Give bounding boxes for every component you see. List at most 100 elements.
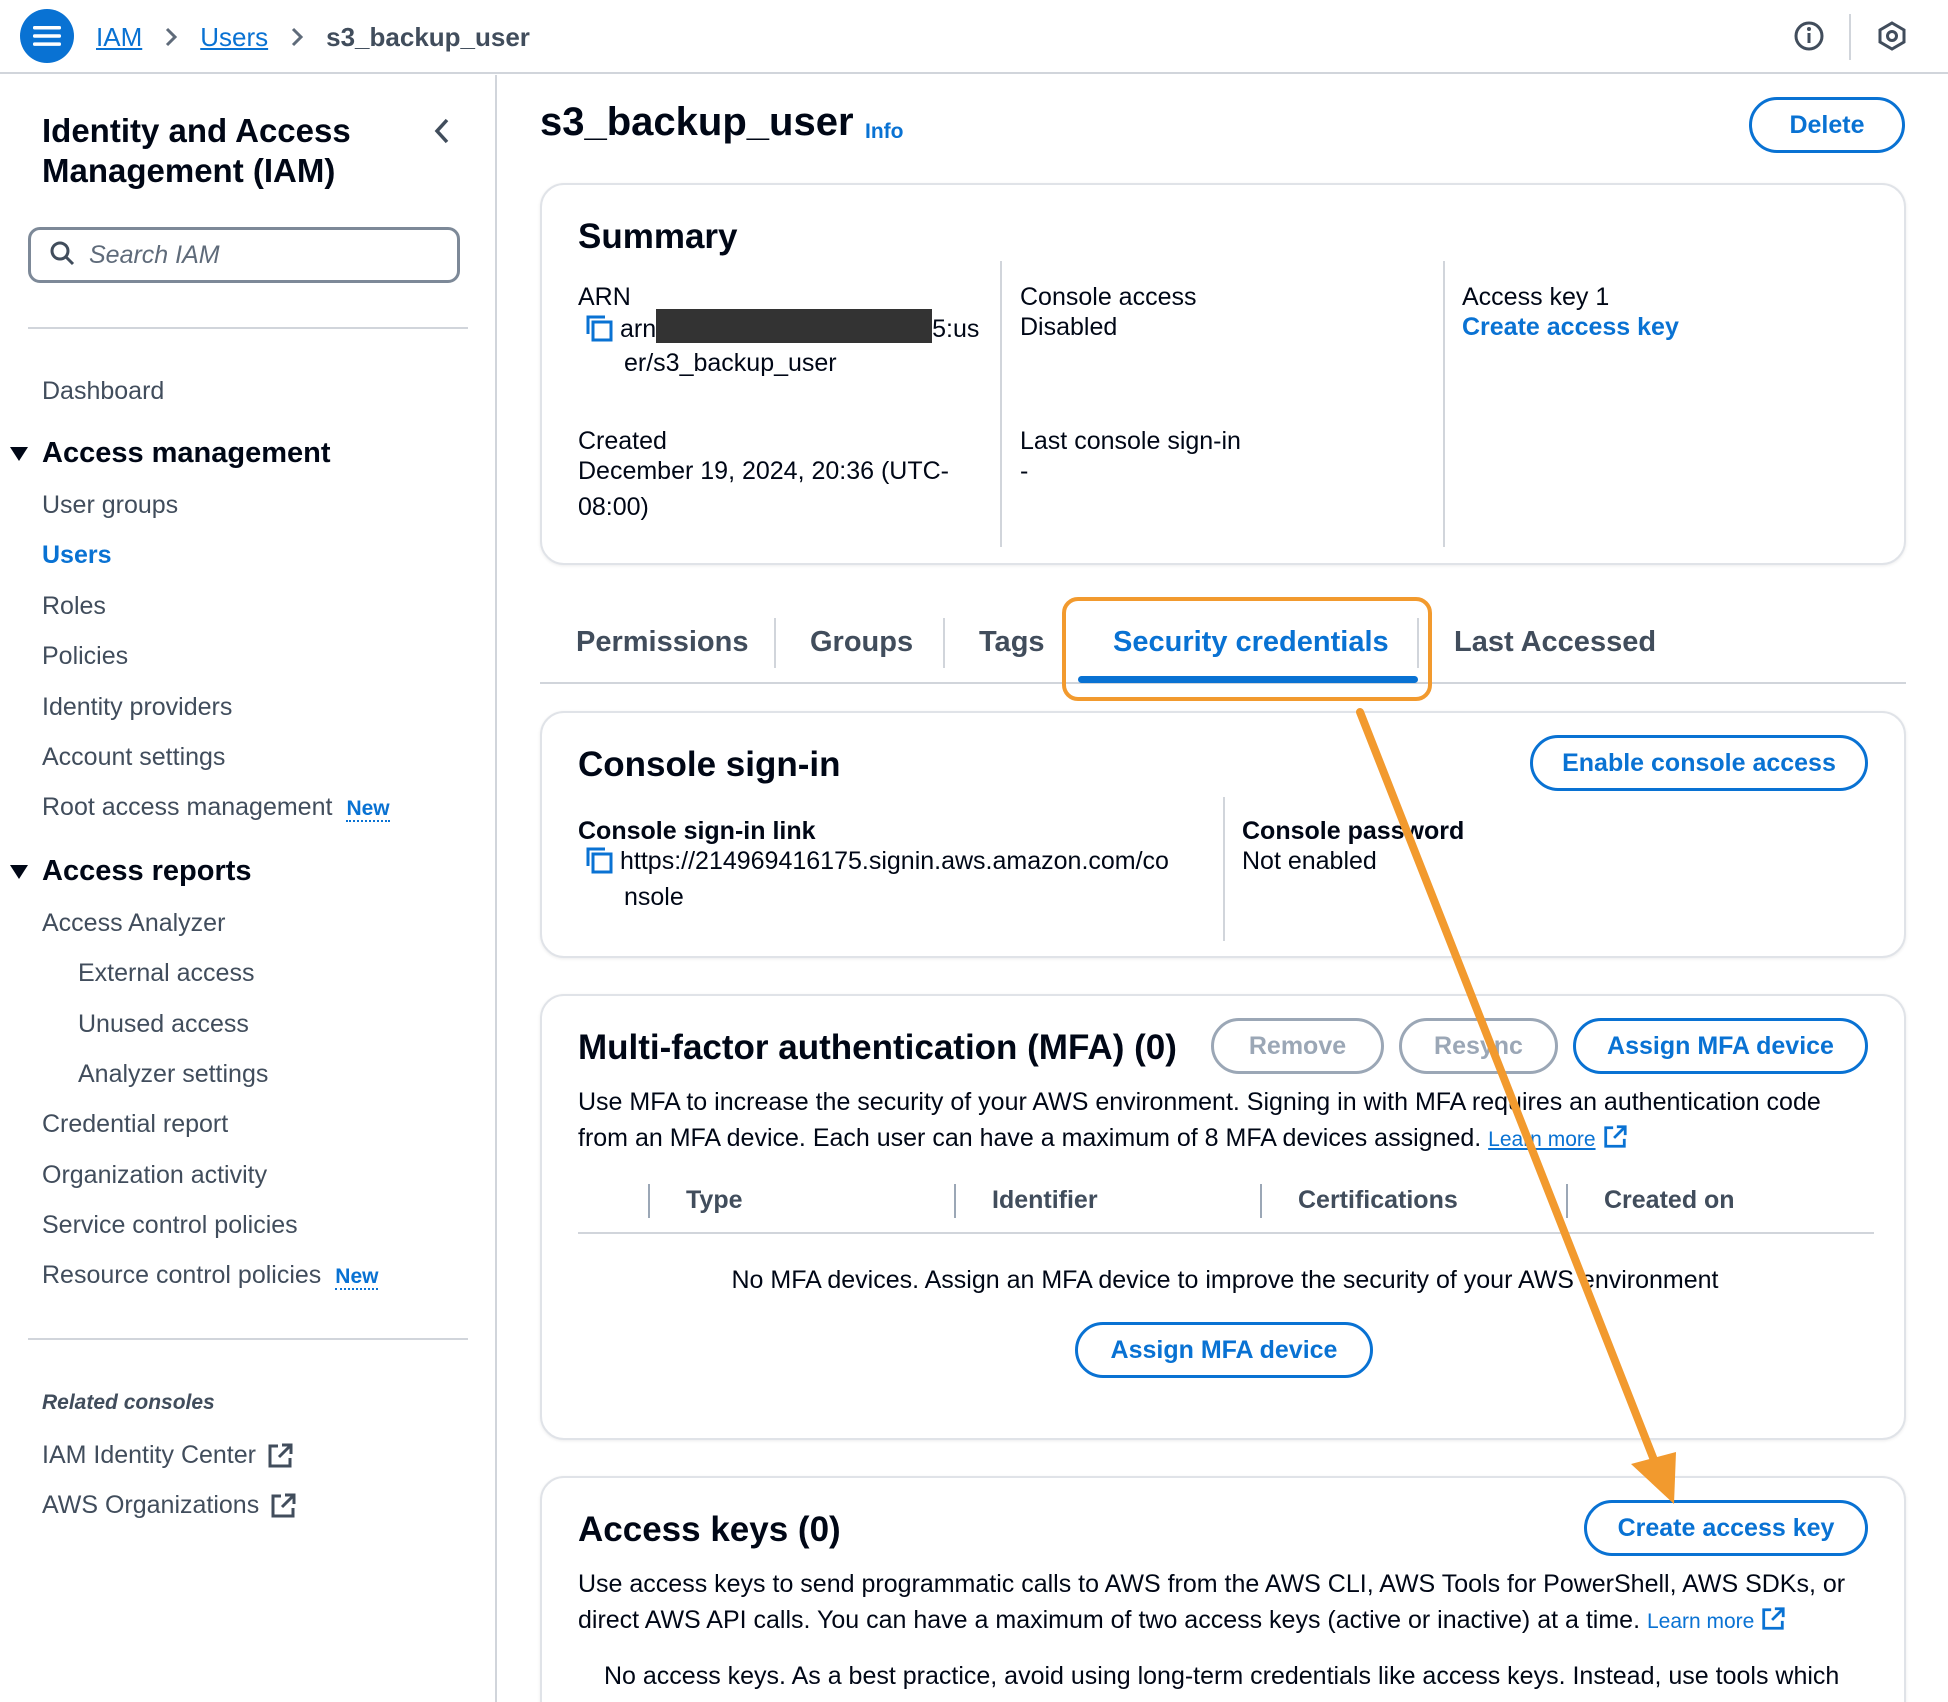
tab-groups[interactable]: Groups	[810, 626, 913, 659]
access-keys-description-line2: direct AWS API calls. You can have a max…	[578, 1602, 1845, 1640]
section-label: Access management	[42, 437, 331, 469]
console-signin-panel: Console sign-in Enable console access Co…	[540, 711, 1906, 958]
column-header-type[interactable]: Type	[686, 1186, 743, 1215]
column-separator	[648, 1184, 650, 1218]
remove-button[interactable]: Remove	[1211, 1018, 1384, 1074]
column-header-identifier[interactable]: Identifier	[992, 1186, 1098, 1215]
console-signin-title: Console sign-in	[578, 745, 841, 784]
resync-button[interactable]: Resync	[1399, 1018, 1558, 1074]
caret-down-icon	[10, 864, 28, 879]
section-access-management[interactable]: Access management	[10, 437, 331, 470]
mfa-panel: Multi-factor authentication (MFA) (0) Re…	[540, 994, 1906, 1440]
assign-mfa-device-empty-button[interactable]: Assign MFA device	[1075, 1322, 1373, 1378]
console-access-value: Disabled	[1020, 313, 1118, 341]
arn-suffix: 5:us	[932, 315, 980, 343]
settings-hex-icon[interactable]	[1872, 16, 1912, 56]
link-iam-identity-center[interactable]: IAM Identity Center	[42, 1441, 294, 1470]
chevron-left-icon[interactable]	[426, 115, 458, 147]
info-link[interactable]: Info	[865, 120, 903, 144]
learn-more-link[interactable]: Learn more	[1647, 1610, 1754, 1633]
redacted-block	[656, 309, 933, 343]
console-password-value: Not enabled	[1242, 847, 1377, 875]
new-badge[interactable]: New	[335, 1265, 379, 1290]
tab-separator	[774, 618, 776, 668]
link-aws-organizations[interactable]: AWS Organizations	[42, 1491, 297, 1520]
sidebar-item-policies[interactable]: Policies	[42, 642, 128, 671]
sidebar-item-user-groups[interactable]: User groups	[42, 491, 178, 520]
page-title: s3_backup_user	[540, 100, 854, 144]
sidebar-item-access-analyzer[interactable]: Access Analyzer	[42, 909, 225, 938]
column-divider	[1223, 797, 1225, 941]
search-box	[28, 227, 460, 283]
sidebar-item-identity-providers[interactable]: Identity providers	[42, 693, 232, 722]
column-header-certifications[interactable]: Certifications	[1298, 1186, 1458, 1215]
new-badge[interactable]: New	[346, 797, 390, 822]
tab-bar: Permissions Groups Tags Security credent…	[540, 600, 1906, 684]
access-key-label: Access key 1	[1462, 283, 1610, 311]
arn-label: ARN	[578, 283, 631, 311]
assign-mfa-device-button[interactable]: Assign MFA device	[1573, 1018, 1868, 1074]
sidebar-item-scp[interactable]: Service control policies	[42, 1211, 298, 1240]
sidebar-item-root-access[interactable]: Root access management New	[42, 793, 390, 822]
column-divider	[1443, 261, 1445, 547]
access-keys-description-line1: Use access keys to send programmatic cal…	[578, 1570, 1846, 1598]
external-link-icon	[268, 1443, 293, 1467]
sidebar-item-dashboard[interactable]: Dashboard	[42, 377, 164, 406]
tab-separator	[943, 618, 945, 668]
copy-icon[interactable]	[584, 313, 614, 353]
tab-security-credentials[interactable]: Security credentials	[1113, 626, 1389, 659]
tab-permissions[interactable]: Permissions	[576, 626, 748, 659]
sidebar-item-external-access[interactable]: External access	[78, 959, 254, 988]
mfa-description-line1: Use MFA to increase the security of your…	[578, 1088, 1821, 1116]
breadcrumb-users[interactable]: Users	[200, 22, 268, 53]
section-access-reports[interactable]: Access reports	[10, 855, 252, 888]
mfa-description-line2: from an MFA device. Each user can have a…	[578, 1120, 1821, 1158]
sidebar-item-account-settings[interactable]: Account settings	[42, 743, 225, 772]
create-access-key-button[interactable]: Create access key	[1584, 1500, 1868, 1556]
tab-tags[interactable]: Tags	[979, 626, 1045, 659]
description-text: from an MFA device. Each user can have a…	[578, 1124, 1482, 1152]
created-value-line2: 08:00)	[578, 493, 649, 521]
sidebar-item-unused-access[interactable]: Unused access	[78, 1010, 249, 1039]
breadcrumb-iam[interactable]: IAM	[96, 22, 142, 53]
enable-console-access-button[interactable]: Enable console access	[1530, 735, 1868, 791]
summary-title: Summary	[578, 217, 738, 256]
mfa-empty-state: No MFA devices. Assign an MFA device to …	[731, 1266, 1719, 1294]
signin-link-label: Console sign-in link	[578, 817, 816, 845]
top-navigation-bar: IAM Users s3_backup_user	[0, 0, 1948, 74]
column-header-created-on[interactable]: Created on	[1604, 1186, 1735, 1215]
search-input[interactable]	[89, 240, 449, 270]
mfa-description: Use MFA to increase the security of your…	[578, 1084, 1821, 1158]
chevron-right-icon	[164, 26, 178, 48]
delete-button[interactable]: Delete	[1749, 97, 1905, 153]
tab-last-accessed[interactable]: Last Accessed	[1454, 626, 1656, 659]
breadcrumb-current: s3_backup_user	[326, 21, 530, 52]
access-keys-description: Use access keys to send programmatic cal…	[578, 1566, 1845, 1640]
signin-link-value-line2: nsole	[624, 883, 684, 911]
mfa-title: Multi-factor authentication (MFA) (0)	[578, 1028, 1177, 1067]
learn-more-link[interactable]: Learn more	[1488, 1128, 1595, 1151]
copy-icon[interactable]	[584, 845, 614, 885]
sidebar-item-roles[interactable]: Roles	[42, 592, 106, 621]
column-separator	[1566, 1184, 1568, 1218]
create-access-key-link[interactable]: Create access key	[1462, 309, 1679, 345]
access-keys-panel: Access keys (0) Create access key Use ac…	[540, 1476, 1906, 1702]
sidebar-title: Identity and Access Management (IAM)	[42, 112, 351, 189]
section-label: Access reports	[42, 855, 252, 887]
sidebar-item-credential-report[interactable]: Credential report	[42, 1110, 228, 1139]
column-divider	[1000, 261, 1002, 547]
sidebar-item-organization-activity[interactable]: Organization activity	[42, 1161, 267, 1190]
external-link-icon	[1762, 1607, 1785, 1630]
sidebar-item-label: Root access management	[42, 793, 333, 821]
menu-icon[interactable]	[20, 9, 74, 63]
link-label: IAM Identity Center	[42, 1441, 256, 1469]
console-password-label: Console password	[1242, 817, 1465, 845]
sidebar-divider	[28, 327, 468, 329]
sidebar: Identity and Access Management (IAM) Das…	[0, 75, 497, 1702]
info-icon[interactable]	[1789, 16, 1829, 56]
sidebar-item-users[interactable]: Users	[42, 541, 112, 570]
external-link-icon	[1603, 1125, 1627, 1148]
sidebar-item-analyzer-settings[interactable]: Analyzer settings	[78, 1060, 268, 1089]
console-access-label: Console access	[1020, 283, 1197, 311]
sidebar-item-rcp[interactable]: Resource control policies New	[42, 1261, 379, 1290]
